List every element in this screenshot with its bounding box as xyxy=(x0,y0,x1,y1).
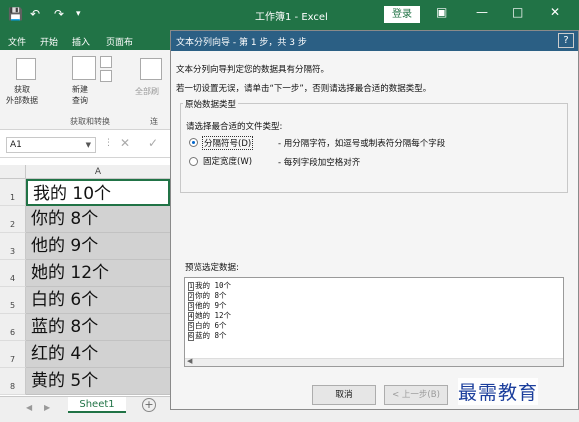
preview-line-text: 他的 9个 xyxy=(195,301,227,310)
preview-line-text: 蓝的 8个 xyxy=(195,331,227,340)
table-icon[interactable] xyxy=(100,56,112,68)
grid-rows: 1 我的 10个 2 你的 8个 3 他的 9个 4 她的 12个 5 白的 6… xyxy=(0,179,170,395)
ribbon-body: 获取 外部数据 新建 查询 全部刷 获取和转换 连 xyxy=(0,50,170,130)
tab-home[interactable]: 开始 xyxy=(40,35,58,48)
row-header[interactable]: 3 xyxy=(0,233,26,260)
minimize-icon[interactable]: — xyxy=(476,5,488,19)
formula-bar: A1 ▼ ⋮ ✕ ✓ xyxy=(0,132,170,158)
table-row: 4 她的 12个 xyxy=(0,260,170,287)
cell-a8[interactable]: 黄的 5个 xyxy=(26,368,170,395)
row-header[interactable]: 1 xyxy=(0,179,26,206)
undo-icon[interactable]: ↶ xyxy=(30,7,40,21)
cancel-button[interactable]: 取消 xyxy=(312,385,376,405)
add-sheet-icon[interactable]: + xyxy=(142,398,156,412)
chevron-right-icon[interactable]: ▶ xyxy=(44,403,50,412)
cell-a6[interactable]: 蓝的 8个 xyxy=(26,314,170,341)
wizard-instruction-text: 若一切设置无误，请单击“下一步”，否则请选择最合适的数据类型。 xyxy=(176,84,432,94)
chevron-down-icon[interactable]: ▼ xyxy=(86,138,91,152)
confirm-entry-icon[interactable]: ✓ xyxy=(148,136,158,150)
dialog-title: 文本分列向导 - 第 1 步，共 3 步 xyxy=(176,38,307,48)
title-bar: 💾 ↶ ↷ ▾ 工作簿1 - Excel 登录 ▣ — □ ✕ xyxy=(0,0,579,30)
tab-file[interactable]: 文件 xyxy=(8,35,26,48)
preview-scrollbar[interactable]: ◀ xyxy=(185,357,563,366)
row-header[interactable]: 6 xyxy=(0,314,26,341)
redo-icon[interactable]: ↷ xyxy=(54,7,64,21)
new-query-button[interactable]: 新建 查询 xyxy=(72,84,88,106)
close-icon[interactable]: ✕ xyxy=(550,5,560,19)
row-header[interactable]: 7 xyxy=(0,341,26,368)
row-header[interactable]: 2 xyxy=(0,206,26,233)
group-get-and-transform: 获取和转换 xyxy=(70,117,110,126)
row-header[interactable]: 5 xyxy=(0,287,26,314)
tab-page-layout[interactable]: 页面布 xyxy=(106,35,133,48)
ribbon-display-icon[interactable]: ▣ xyxy=(436,5,447,19)
fixed-width-description: - 每列字段加空格对齐 xyxy=(278,158,361,168)
chevron-left-icon[interactable]: ◀ xyxy=(187,357,192,365)
delimited-description: - 用分隔字符，如逗号或制表符分隔每个字段 xyxy=(278,139,446,149)
delimited-radio[interactable] xyxy=(189,138,198,147)
table-row: 7 红的 4个 xyxy=(0,341,170,368)
data-type-group-label: 原始数据类型 xyxy=(183,98,239,110)
tab-insert[interactable]: 插入 xyxy=(72,35,90,48)
window-title: 工作簿1 - Excel xyxy=(255,12,328,23)
cell-a7[interactable]: 红的 4个 xyxy=(26,341,170,368)
more-options-icon: ⋮ xyxy=(104,138,113,148)
preview-line-text: 你的 8个 xyxy=(195,291,227,300)
excel-window: 💾 ↶ ↷ ▾ 工作簿1 - Excel 登录 ▣ — □ ✕ 文件 开始 插入… xyxy=(0,0,579,422)
cancel-entry-icon[interactable]: ✕ xyxy=(120,136,130,150)
wizard-detected-text: 文本分列向导判定您的数据具有分隔符。 xyxy=(176,65,330,75)
help-icon[interactable]: ? xyxy=(558,33,574,48)
refresh-all-button[interactable]: 全部刷 xyxy=(135,86,159,97)
row-header[interactable]: 8 xyxy=(0,368,26,395)
data-preview[interactable]: 1 我的 10个 2 你的 8个 3 他的 9个 4 她的 12个 5 白的 6个 6 蓝的… xyxy=(184,277,564,367)
delimited-radio-label[interactable]: 分隔符号(D) xyxy=(202,136,254,150)
preview-line-number: 6 xyxy=(188,332,194,341)
recent-sources-icon[interactable] xyxy=(100,70,112,82)
dialog-title-bar[interactable]: 文本分列向导 - 第 1 步，共 3 步 ? xyxy=(171,31,578,51)
login-button[interactable]: 登录 xyxy=(384,6,420,23)
preview-label: 预览选定数据: xyxy=(185,263,239,273)
select-all-corner[interactable] xyxy=(0,165,26,179)
fixed-width-radio-label[interactable]: 固定宽度(W) xyxy=(203,155,252,167)
preview-line-text: 白的 6个 xyxy=(195,321,227,330)
cell-a2[interactable]: 你的 8个 xyxy=(26,206,170,233)
table-row: 6 蓝的 8个 xyxy=(0,314,170,341)
group-connections: 连 xyxy=(150,117,158,126)
name-box-value: A1 xyxy=(10,140,22,150)
preview-line-text: 我的 10个 xyxy=(195,281,232,290)
table-row: 5 白的 6个 xyxy=(0,287,170,314)
table-row: 1 我的 10个 xyxy=(0,179,170,206)
text-to-columns-dialog: 文本分列向导 - 第 1 步，共 3 步 ? 文本分列向导判定您的数据具有分隔符… xyxy=(170,30,579,410)
refresh-all-icon[interactable] xyxy=(140,58,162,80)
back-button[interactable]: < 上一步(B) xyxy=(384,385,448,405)
maximize-icon[interactable]: □ xyxy=(512,5,523,19)
chevron-left-icon[interactable]: ◀ xyxy=(26,403,32,412)
cell-a1[interactable]: 我的 10个 xyxy=(26,179,170,206)
cell-a4[interactable]: 她的 12个 xyxy=(26,260,170,287)
name-box[interactable]: A1 ▼ xyxy=(6,137,96,153)
preview-line-text: 她的 12个 xyxy=(195,311,232,320)
sheet-tab[interactable]: Sheet1 xyxy=(68,397,126,413)
get-data-icon[interactable] xyxy=(16,58,36,80)
choose-file-type-label: 请选择最合适的文件类型: xyxy=(186,122,283,132)
fixed-width-radio[interactable] xyxy=(189,157,198,166)
watermark-text: 最需教育 xyxy=(458,378,539,405)
table-row: 2 你的 8个 xyxy=(0,206,170,233)
save-icon[interactable]: 💾 xyxy=(8,7,23,21)
table-row: 3 他的 9个 xyxy=(0,233,170,260)
column-header-row: A xyxy=(0,165,170,179)
new-query-icon[interactable] xyxy=(72,56,96,80)
table-row: 8 黄的 5个 xyxy=(0,368,170,395)
cell-a3[interactable]: 他的 9个 xyxy=(26,233,170,260)
get-external-data-button[interactable]: 获取 外部数据 xyxy=(6,84,38,106)
row-header[interactable]: 4 xyxy=(0,260,26,287)
cell-a5[interactable]: 白的 6个 xyxy=(26,287,170,314)
column-header-a[interactable]: A xyxy=(26,165,170,179)
customize-qat-icon[interactable]: ▾ xyxy=(76,9,81,19)
list-item: 6 蓝的 8个 xyxy=(188,330,227,341)
